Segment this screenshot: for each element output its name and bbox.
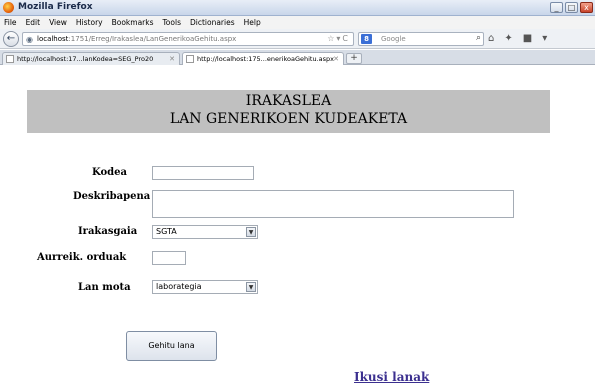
page-favicon-icon [186, 55, 194, 63]
tab-label: http://localhost:17...lanKodea=SEG_Pro20 [17, 55, 154, 63]
url-bar[interactable]: ◉ localhost:1751/Erreg/Irakaslea/LanGene… [22, 32, 354, 46]
url-host: localhost [37, 35, 69, 43]
irakasgaia-value: SGTA [156, 227, 177, 236]
new-tab-button[interactable]: + [346, 53, 362, 64]
gehitu-lana-button[interactable]: Gehitu lana [126, 331, 217, 361]
dropdown-arrow-icon[interactable]: ▼ [246, 227, 256, 237]
page-favicon-icon [6, 55, 14, 63]
addon-icon[interactable]: ✦ [504, 33, 512, 44]
header-subtitle: LAN GENERIKOEN KUDEAKETA [169, 111, 408, 127]
toolbar-icons: ⌂ ✦ ■ ▾ [488, 33, 547, 44]
tab-close-icon[interactable]: ✕ [333, 53, 339, 65]
tab-2[interactable]: http://localhost:175...enerikoaGehitu.as… [182, 52, 344, 65]
url-actions: ☆▾C [327, 34, 350, 43]
deskribapena-label: Deskribapena [73, 191, 151, 202]
maximize-button[interactable]: □ [565, 2, 578, 13]
url-text: localhost:1751/Erreg/Irakaslea/LanGeneri… [37, 35, 236, 43]
firefox-logo-icon [3, 2, 14, 13]
lan-mota-label: Lan mota [78, 282, 131, 293]
menu-help[interactable]: Help [244, 18, 261, 27]
menu-bookmarks[interactable]: Bookmarks [112, 18, 154, 27]
tab-close-icon[interactable]: ✕ [169, 53, 175, 65]
tab-1[interactable]: http://localhost:17...lanKodea=SEG_Pro20… [2, 52, 180, 65]
downloads-icon[interactable]: ▾ [542, 33, 547, 44]
url-path: :1751/Erreg/Irakaslea/LanGenerikoaGehitu… [68, 35, 237, 43]
minimize-button[interactable]: _ [550, 2, 563, 13]
window-title: Mozilla Firefox [18, 2, 93, 12]
close-button[interactable]: x [580, 2, 593, 13]
tab-strip: http://localhost:17...lanKodea=SEG_Pro20… [0, 50, 595, 65]
google-engine-icon[interactable]: 8 [361, 34, 372, 44]
menu-dictionaries[interactable]: Dictionaries [190, 18, 235, 27]
site-identity-icon[interactable]: ◉ [26, 35, 33, 44]
kodea-label: Kodea [92, 167, 127, 178]
bookmarks-menu-icon[interactable]: ■ [523, 33, 532, 44]
bookmark-star-icon[interactable]: ☆ [327, 34, 336, 43]
dropdown-arrow-icon[interactable]: ▼ [246, 282, 256, 292]
ikusi-lanak-link[interactable]: Ikusi lanak [354, 370, 429, 384]
back-arrow-icon[interactable]: ← [3, 31, 19, 47]
menu-view[interactable]: View [49, 18, 67, 27]
navigation-bar: ← ◉ localhost:1751/Erreg/Irakaslea/LanGe… [0, 29, 595, 49]
menu-tools[interactable]: Tools [163, 18, 181, 27]
window-titlebar: Mozilla Firefox _ □ x [0, 0, 595, 16]
window-controls: _ □ x [550, 2, 593, 13]
search-icon[interactable]: ⌕ [476, 33, 481, 43]
menu-history[interactable]: History [76, 18, 103, 27]
home-icon[interactable]: ⌂ [488, 33, 494, 44]
page-content: IRAKASLEA LAN GENERIKOEN KUDEAKETA Kodea… [0, 66, 595, 387]
aurreik-label: Aurreik. orduak [37, 252, 127, 263]
reload-icon[interactable]: C [342, 34, 350, 43]
lan-mota-select[interactable]: laborategia ▼ [152, 280, 258, 294]
menu-edit[interactable]: Edit [26, 18, 41, 27]
irakasgaia-label: Irakasgaia [78, 226, 138, 237]
search-placeholder: Google [381, 35, 406, 43]
aurreik-input[interactable] [152, 251, 186, 265]
menu-bar: File Edit View History Bookmarks Tools D… [0, 16, 595, 29]
tab-label: http://localhost:175...enerikoaGehitu.as… [197, 55, 335, 63]
header-title: IRAKASLEA [245, 93, 332, 109]
kodea-input[interactable] [152, 166, 254, 180]
page-header: IRAKASLEA LAN GENERIKOEN KUDEAKETA [27, 90, 550, 133]
irakasgaia-select[interactable]: SGTA ▼ [152, 225, 258, 239]
lan-mota-value: laborategia [156, 282, 202, 291]
search-bar[interactable]: 8 Google ⌕ [358, 32, 484, 46]
menu-file[interactable]: File [4, 18, 17, 27]
deskribapena-textarea[interactable] [152, 190, 514, 218]
